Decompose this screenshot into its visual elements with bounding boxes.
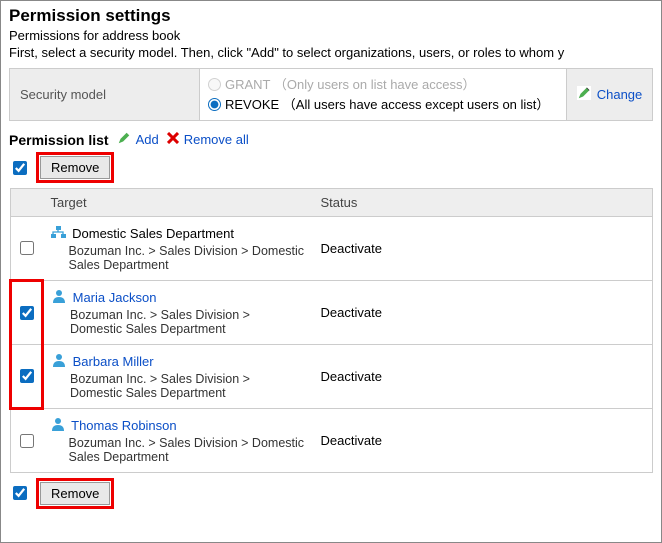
grant-option[interactable]: GRANT （Only users on list have access） <box>208 75 558 95</box>
row-checkbox[interactable] <box>20 434 34 448</box>
permission-table: Target Status Domestic Sales Department … <box>9 188 653 473</box>
table-row: Domestic Sales Department Bozuman Inc. >… <box>11 217 653 281</box>
page-instruction: First, select a security model. Then, cl… <box>9 45 653 60</box>
target-name[interactable]: Thomas Robinson <box>71 418 177 433</box>
remove-button-bottom[interactable]: Remove <box>40 482 110 505</box>
select-all-checkbox-bottom[interactable] <box>13 486 27 500</box>
col-status: Status <box>313 189 653 217</box>
pencil-add-icon <box>117 131 131 148</box>
row-checkbox[interactable] <box>20 369 34 383</box>
target-path: Bozuman Inc. > Sales Division > Domestic… <box>52 308 305 336</box>
grant-label: GRANT （Only users on list have access） <box>225 75 475 95</box>
page: Permission settings Permissions for addr… <box>0 0 662 543</box>
target-name: Domestic Sales Department <box>72 226 234 241</box>
highlight-remove-top: Remove <box>36 152 114 183</box>
table-row: Maria Jackson Bozuman Inc. > Sales Divis… <box>11 280 653 344</box>
col-target: Target <box>43 189 313 217</box>
revoke-label: REVOKE （All users have access except use… <box>225 95 549 115</box>
page-subtitle: Permissions for address book <box>9 28 653 43</box>
permission-list-header: Permission list Add Remove all <box>9 131 653 148</box>
pencil-icon <box>577 86 591 103</box>
page-title: Permission settings <box>9 6 653 26</box>
remove-bar-bottom: Remove <box>9 478 653 509</box>
target-name[interactable]: Barbara Miller <box>73 354 154 369</box>
remove-button-top[interactable]: Remove <box>40 156 110 179</box>
target-name[interactable]: Maria Jackson <box>73 290 157 305</box>
table-header-row: Target Status <box>11 189 653 217</box>
target-path: Bozuman Inc. > Sales Division > Domestic… <box>51 244 305 272</box>
table-row: Barbara Miller Bozuman Inc. > Sales Divi… <box>11 344 653 408</box>
revoke-option[interactable]: REVOKE （All users have access except use… <box>208 95 558 115</box>
status-cell: Deactivate <box>313 344 653 408</box>
remove-bar-top: Remove <box>9 152 653 183</box>
table-row: Thomas Robinson Bozuman Inc. > Sales Div… <box>11 408 653 472</box>
grant-radio[interactable] <box>208 78 221 91</box>
target-path: Bozuman Inc. > Sales Division > Domestic… <box>52 372 305 400</box>
col-check <box>11 189 43 217</box>
user-icon <box>52 353 66 370</box>
row-checkbox[interactable] <box>20 306 34 320</box>
status-cell: Deactivate <box>313 280 653 344</box>
user-icon <box>51 417 65 434</box>
user-icon <box>52 289 66 306</box>
org-icon <box>51 226 66 242</box>
target-path: Bozuman Inc. > Sales Division > Domestic… <box>51 436 305 464</box>
change-button[interactable]: Change <box>567 69 652 120</box>
revoke-radio[interactable] <box>208 98 221 111</box>
select-all-checkbox-top[interactable] <box>13 161 27 175</box>
x-icon <box>167 132 179 147</box>
row-checkbox[interactable] <box>20 241 34 255</box>
security-model-label: Security model <box>10 69 200 120</box>
add-button[interactable]: Add <box>117 131 159 148</box>
permission-list-title: Permission list <box>9 132 109 148</box>
security-model-options: GRANT （Only users on list have access） R… <box>200 69 567 120</box>
status-cell: Deactivate <box>313 217 653 281</box>
security-model-box: Security model GRANT （Only users on list… <box>9 68 653 121</box>
remove-all-button[interactable]: Remove all <box>167 132 249 147</box>
highlight-remove-bottom: Remove <box>36 478 114 509</box>
status-cell: Deactivate <box>313 408 653 472</box>
